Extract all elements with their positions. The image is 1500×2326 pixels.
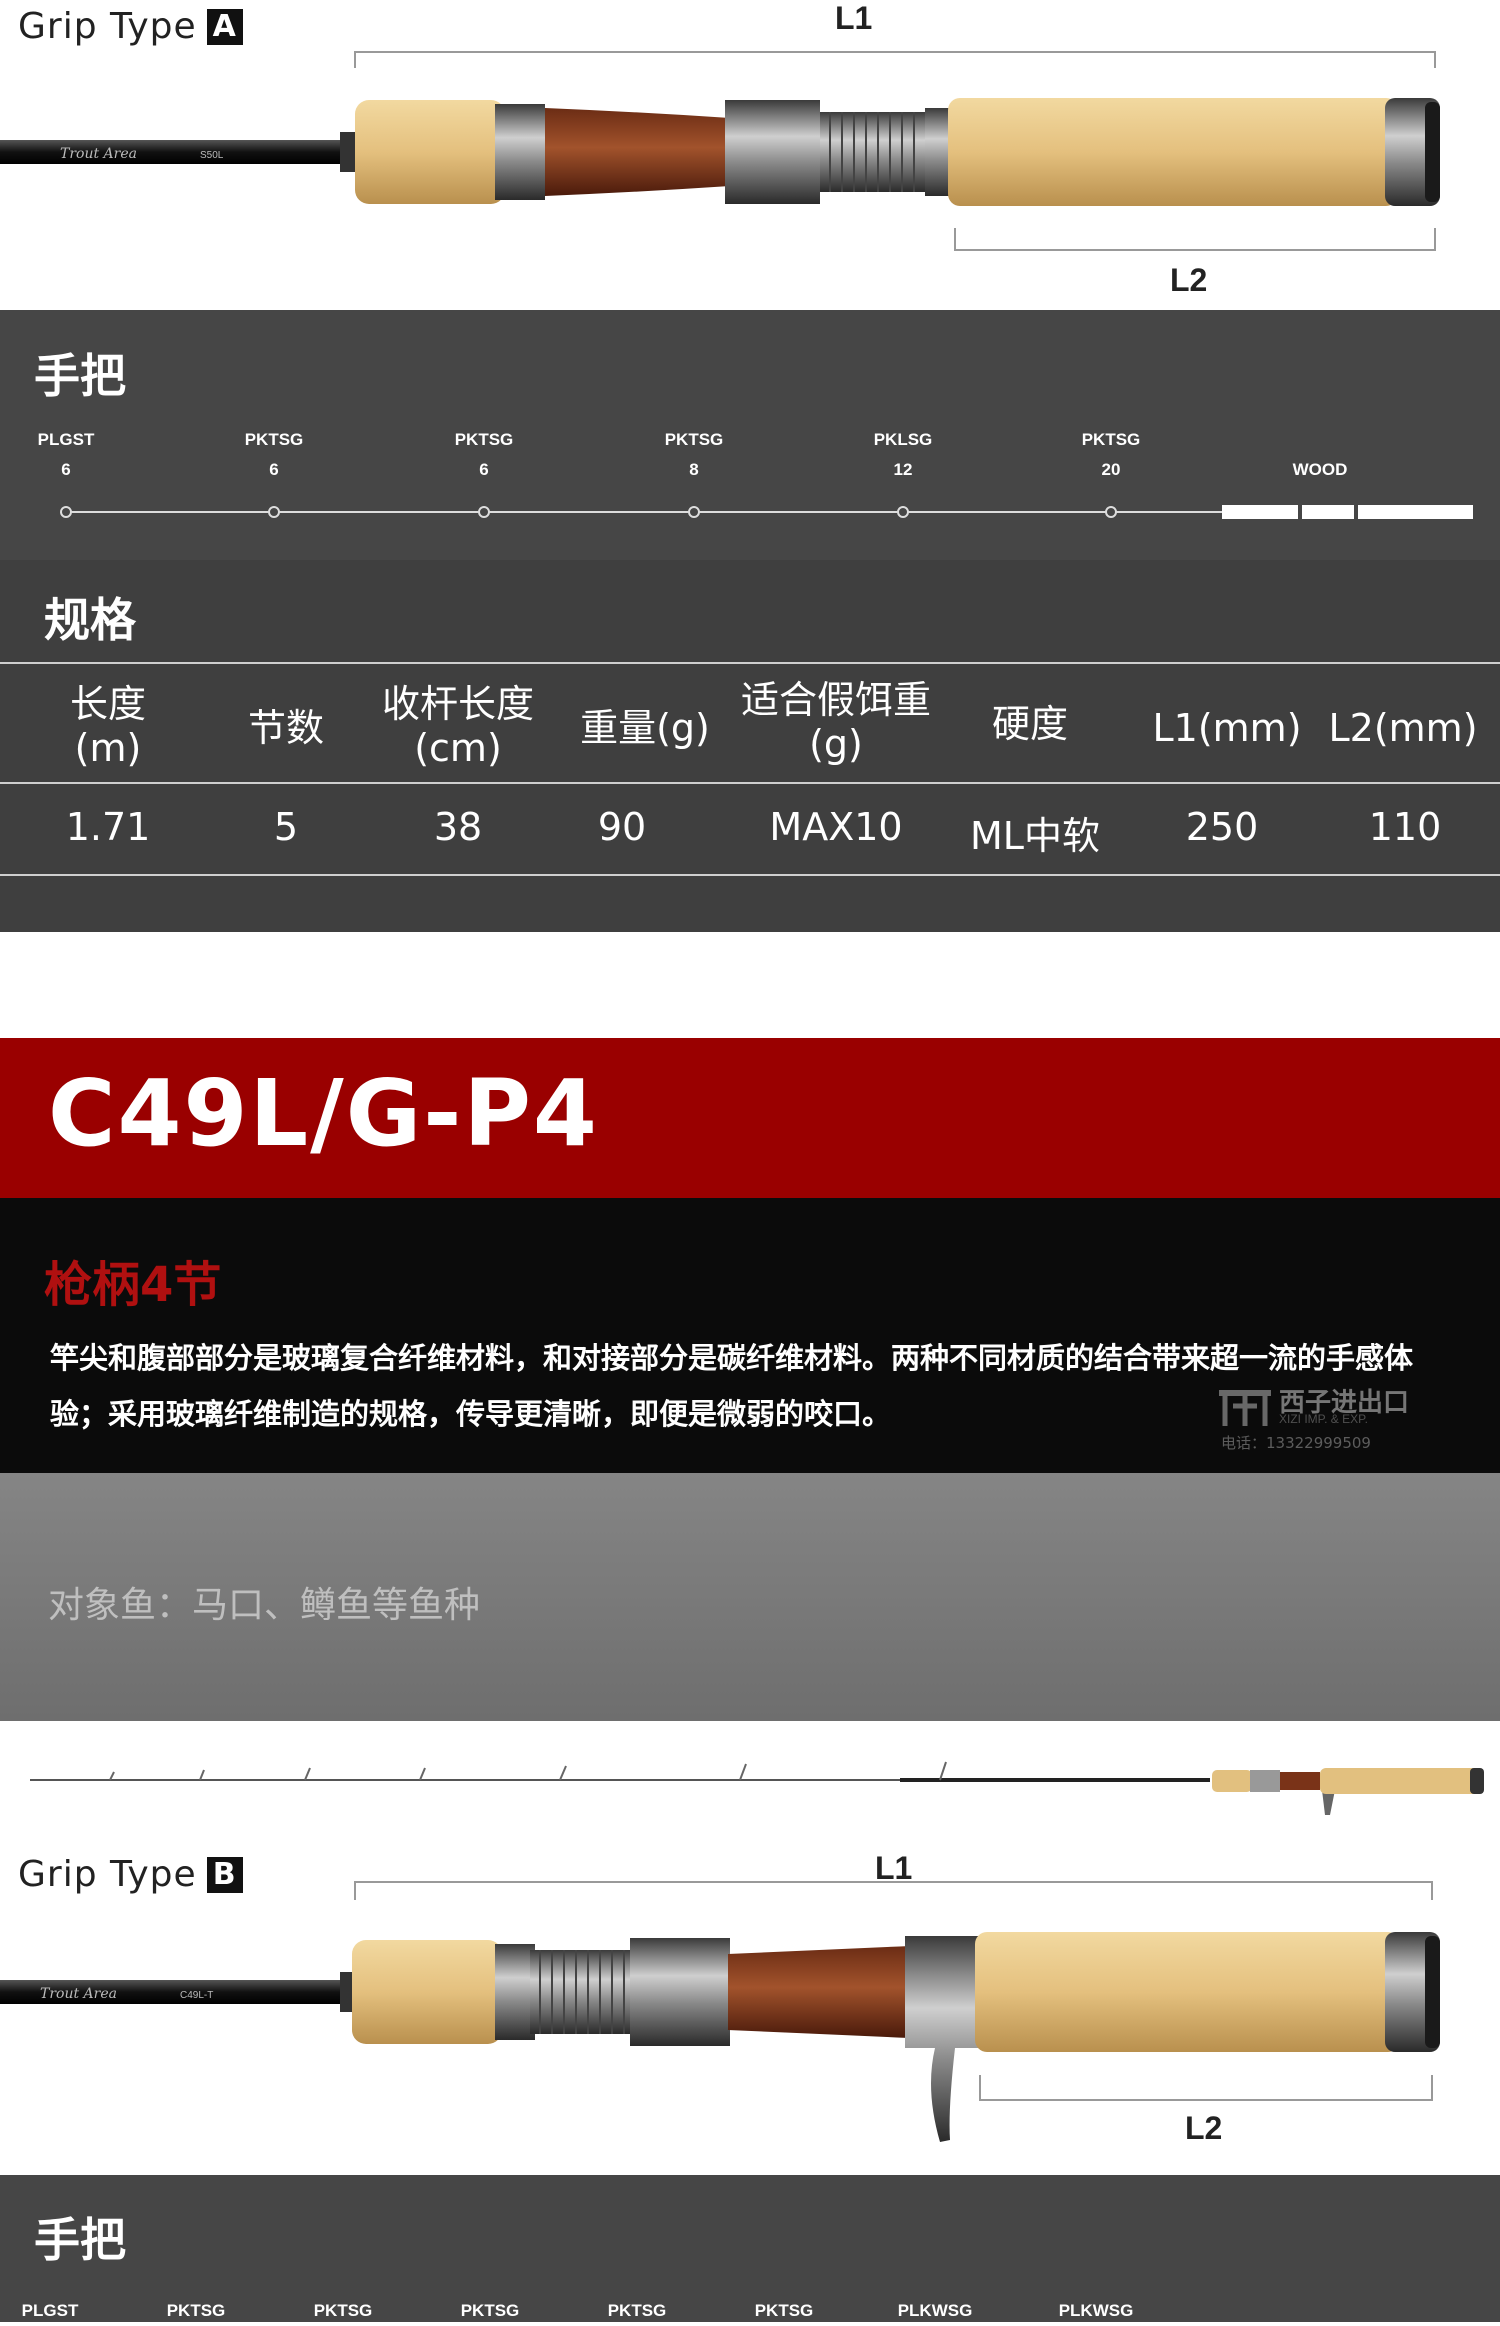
spec-header: 收杆长度 (cm) bbox=[381, 682, 534, 770]
rod-model-text: S50L bbox=[200, 150, 224, 161]
spec-value: 5 bbox=[273, 805, 299, 849]
guide-item: PKTSG 20 bbox=[1081, 430, 1141, 479]
spec-value: 90 bbox=[597, 805, 647, 849]
l2-dimension-line bbox=[954, 228, 1436, 251]
grip-a-illustration: Trout Area S50L bbox=[0, 51, 1440, 251]
handle-heading: 手把 bbox=[34, 2213, 126, 2267]
rod-model-text: C49L-T bbox=[180, 1990, 213, 2001]
spec-header: 长度 (m) bbox=[69, 682, 146, 770]
watermark: 西子进出口 XIZI IMP. & EXP. 电话：13322999509 bbox=[1215, 1380, 1465, 1452]
handle-segment bbox=[1222, 505, 1298, 519]
watermark-logo-icon bbox=[1219, 1390, 1271, 1426]
wood-label: WOOD bbox=[1292, 460, 1348, 479]
l2-dimension-line bbox=[979, 2075, 1433, 2101]
rod-brand-text: Trout Area bbox=[40, 1986, 117, 2002]
spec-heading: 规格 bbox=[44, 593, 136, 647]
metal-ring bbox=[495, 1944, 535, 2040]
spec-value: 1.71 bbox=[65, 805, 151, 849]
trigger bbox=[905, 1936, 985, 2142]
model-name: C49L/G-P4 bbox=[48, 1060, 599, 1167]
spec-divider bbox=[0, 782, 1500, 784]
spec-header: L2(mm) bbox=[1328, 706, 1478, 750]
description-subtitle: 枪柄4节 bbox=[44, 1257, 222, 1313]
guide-item: PKLSG 12 bbox=[873, 430, 933, 479]
spec-value: MAX10 bbox=[769, 805, 903, 849]
guide-dot bbox=[60, 506, 72, 518]
rod-blank bbox=[0, 140, 360, 164]
spec-value: ML中软 bbox=[970, 814, 1100, 858]
spec-header: L1(mm) bbox=[1152, 706, 1302, 750]
guide-dot bbox=[688, 506, 700, 518]
fore-grip-cork bbox=[352, 1940, 502, 2044]
target-fish-text: 对象鱼：马口、鳟鱼等鱼种 bbox=[48, 1585, 481, 1626]
watermark-phone: 电话：13322999509 bbox=[1221, 1434, 1371, 1452]
handle-segment bbox=[1302, 505, 1354, 519]
rod-guides bbox=[109, 1761, 947, 1781]
spec-header: 节数 bbox=[247, 706, 324, 750]
l1-dimension-line bbox=[354, 1881, 1433, 1900]
handle-segment bbox=[1358, 505, 1473, 519]
watermark-en: XIZI IMP. & EXP. bbox=[1279, 1412, 1368, 1426]
spec-header: 适合假饵重 (g) bbox=[740, 678, 931, 766]
wood-reel-seat bbox=[545, 108, 730, 196]
guide-item: PKTSG 6 bbox=[244, 430, 304, 479]
fore-grip-cork bbox=[355, 100, 505, 204]
rear-grip-cork bbox=[975, 1932, 1400, 2052]
mini-fore-grip bbox=[1212, 1770, 1252, 1792]
guide-line-diagram bbox=[60, 505, 1473, 519]
spec-divider bbox=[0, 662, 1500, 664]
guide-item: PLGST 6 bbox=[37, 430, 95, 479]
guide-dot bbox=[897, 506, 909, 518]
full-rod-illustration bbox=[30, 1761, 1484, 1815]
spec-header: 重量(g) bbox=[580, 706, 710, 750]
guide-dot bbox=[1105, 506, 1117, 518]
l1-dimension-line bbox=[354, 51, 1436, 68]
spec-value: 110 bbox=[1368, 805, 1442, 849]
spec-divider bbox=[0, 874, 1500, 876]
metal-ring bbox=[495, 104, 545, 200]
spec-value: 38 bbox=[433, 805, 483, 849]
mini-rear-grip bbox=[1320, 1768, 1480, 1794]
guide-item: PKTSG 8 bbox=[664, 430, 724, 479]
spec-header: 硬度 bbox=[991, 702, 1068, 746]
guide-dot bbox=[268, 506, 280, 518]
wood-reel-seat bbox=[728, 1946, 910, 2038]
handle-heading: 手把 bbox=[34, 349, 126, 403]
guide-item: PKTSG 6 bbox=[454, 430, 514, 479]
rear-grip-cork bbox=[948, 98, 1398, 206]
grip-b-illustration: Trout Area C49L-T bbox=[0, 1881, 1440, 2142]
guide-dot bbox=[478, 506, 490, 518]
spec-value: 250 bbox=[1185, 805, 1259, 849]
rod-brand-text: Trout Area bbox=[60, 146, 137, 162]
